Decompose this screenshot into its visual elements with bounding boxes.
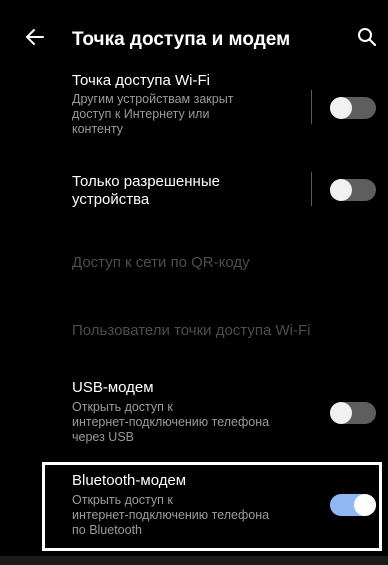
page-title: Точка доступа и модем bbox=[72, 29, 291, 50]
back-arrow-icon bbox=[26, 29, 44, 45]
highlight-box bbox=[42, 462, 382, 551]
allowed-devices-title-line2: устройства bbox=[72, 191, 150, 208]
usb-modem-title: USB-модем bbox=[72, 379, 154, 396]
back-button[interactable] bbox=[22, 24, 48, 50]
wifi-hotspot-title: Точка доступа Wi-Fi bbox=[72, 72, 210, 89]
usb-modem-subtitle-line3: через USB bbox=[72, 430, 134, 444]
qr-access-item[interactable]: Доступ к сети по QR-коду bbox=[72, 254, 250, 272]
usb-modem-subtitle-line1: Открыть доступ к bbox=[72, 400, 173, 414]
wifi-hotspot-subtitle-line3: контенту bbox=[72, 122, 124, 136]
allowed-devices-toggle[interactable] bbox=[330, 179, 376, 201]
usb-modem-subtitle-line2: интернет-подключению телефона bbox=[72, 415, 270, 429]
divider bbox=[311, 90, 312, 124]
bottom-panel bbox=[0, 556, 388, 565]
search-button[interactable] bbox=[355, 25, 379, 49]
divider bbox=[311, 172, 312, 206]
allowed-devices-title-line1: Только разрешенные bbox=[72, 173, 220, 190]
search-icon bbox=[358, 28, 377, 47]
hotspot-users-item[interactable]: Пользователи точки доступа Wi-Fi bbox=[72, 322, 310, 340]
allowed-devices-row[interactable]: Только разрешенные устройства bbox=[72, 173, 302, 209]
wifi-hotspot-row[interactable]: Точка доступа Wi-Fi Другим устройствам з… bbox=[72, 72, 302, 137]
wifi-hotspot-toggle[interactable] bbox=[330, 97, 376, 119]
wifi-hotspot-subtitle-line2: доступ к Интернету или bbox=[72, 107, 210, 121]
wifi-hotspot-subtitle-line1: Другим устройствам закрыт bbox=[72, 92, 234, 106]
usb-modem-toggle[interactable] bbox=[330, 402, 376, 424]
usb-modem-row[interactable]: USB-модем Открыть доступ к интернет-подк… bbox=[72, 379, 322, 445]
